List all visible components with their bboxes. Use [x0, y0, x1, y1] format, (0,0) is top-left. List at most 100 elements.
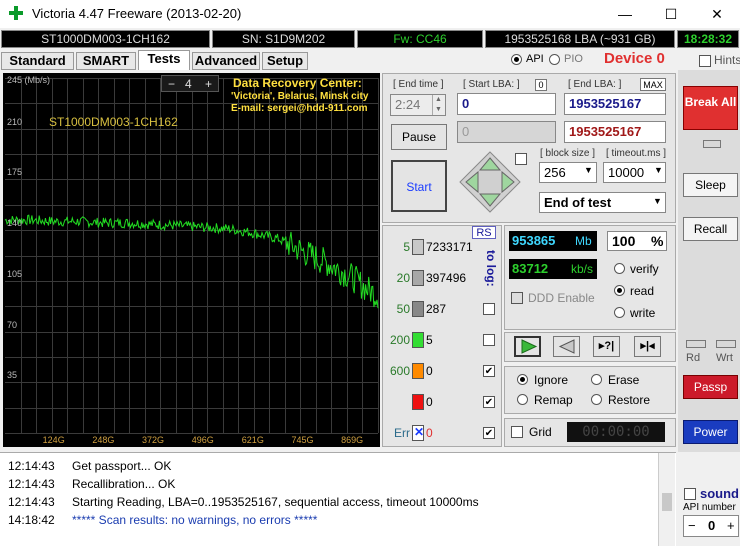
tab-advanced[interactable]: Advanced — [192, 52, 260, 70]
api-label: API — [526, 53, 544, 65]
stat-count: 7233171 — [426, 240, 473, 254]
drive-serial: SN: S1D9M202 — [212, 30, 355, 48]
stat-count: 397496 — [426, 271, 467, 285]
log-message: ***** Scan results: no warnings, no erro… — [72, 513, 318, 527]
stat-color-swatch — [412, 239, 424, 255]
read-radio[interactable] — [614, 285, 625, 296]
y-tick-label: 140 — [7, 218, 23, 229]
speed-series-line — [4, 214, 379, 309]
stat-count: 0 — [426, 364, 433, 378]
to-log-checkbox[interactable]: ✔ — [483, 365, 495, 377]
resolution-spinner[interactable]: − 4 + — [161, 75, 219, 92]
write-radio[interactable] — [614, 307, 625, 318]
pio-label: PIO — [564, 53, 583, 65]
restore-label: Restore — [608, 393, 651, 407]
api-minus-icon[interactable]: − — [688, 516, 696, 536]
pause-button[interactable]: Pause — [391, 124, 447, 150]
restore-radio[interactable] — [591, 394, 602, 405]
end-lba-input[interactable]: 1953525167 — [564, 93, 666, 115]
log-message: Get passport... OK — [72, 459, 172, 473]
rewind-icon[interactable] — [553, 336, 580, 357]
stat-range-label: Err — [394, 426, 410, 440]
log-time: 12:14:43 — [8, 459, 55, 473]
log-message: Starting Reading, LBA=0..1953525167, seq… — [72, 495, 479, 509]
y-tick-label: 210 — [7, 116, 23, 127]
device-label: Device 0 — [604, 50, 665, 67]
clock: 18:28:32 — [677, 30, 739, 48]
x-tick-label: 248G — [92, 435, 115, 445]
stat-range-label: 50 — [396, 302, 410, 316]
title-bar: Victoria 4.47 Freeware (2013-02-20) — ☐ … — [0, 0, 740, 28]
erase-radio[interactable] — [591, 374, 602, 385]
app-icon — [9, 6, 23, 20]
hints-checkbox[interactable] — [699, 55, 711, 67]
break-all-button[interactable]: Break All — [683, 86, 738, 130]
spinner-minus[interactable]: − — [168, 77, 175, 91]
end-time-label: [ End time ] — [393, 79, 444, 90]
recall-button[interactable]: Recall — [683, 217, 738, 241]
current-lba-field: 0 — [457, 121, 556, 143]
to-log-checkbox[interactable] — [483, 303, 495, 315]
maximize-button[interactable]: ☐ — [648, 0, 694, 28]
step-end-icon[interactable]: ▸|◂ — [634, 336, 661, 357]
log-scroll-thumb[interactable] — [662, 493, 672, 511]
start-button[interactable]: Start — [391, 160, 447, 212]
speed-graph: 245 (Mb/s) 210 175 140 105 70 35 124G 248G 372G… — [3, 73, 380, 447]
end-time-spin-icon[interactable]: ▲ ▼ — [432, 95, 444, 115]
grid-checkbox[interactable] — [511, 426, 523, 438]
remap-radio[interactable] — [517, 394, 528, 405]
stat-count: 287 — [426, 302, 447, 316]
drive-lba-size: 1953525168 LBA (~931 GB) — [485, 30, 675, 48]
read-label: read — [630, 284, 655, 298]
start-lba-zero-button[interactable]: 0 — [535, 79, 547, 91]
log-message: Recallibration... OK — [72, 477, 176, 491]
tab-standard[interactable]: Standard — [1, 52, 74, 70]
ignore-radio[interactable] — [517, 374, 528, 385]
tab-smart[interactable]: SMART — [76, 52, 136, 70]
to-log-checkbox[interactable]: ✔ — [483, 396, 495, 408]
tab-setup[interactable]: Setup — [262, 52, 308, 70]
event-log[interactable]: 12:14:43 Get passport... OK 12:14:43 Recall… — [0, 452, 676, 546]
spinner-plus[interactable]: + — [205, 77, 212, 91]
navigation-pad-icon[interactable] — [458, 150, 522, 214]
play-icon[interactable] — [514, 336, 541, 357]
api-plus-icon[interactable]: + — [727, 516, 735, 536]
verify-radio[interactable] — [614, 263, 625, 274]
power-button[interactable]: Power — [683, 420, 738, 444]
sleep-button[interactable]: Sleep — [683, 173, 738, 197]
stat-count: 5 — [426, 333, 433, 347]
minimize-button[interactable]: — — [602, 0, 648, 28]
erase-label: Erase — [608, 373, 640, 387]
end-of-test-select[interactable]: End of test — [539, 192, 666, 213]
api-radio[interactable] — [511, 54, 522, 65]
to-log-checkbox[interactable] — [483, 334, 495, 346]
grid-label: Grid — [529, 425, 552, 439]
sound-label: sound — [700, 486, 739, 501]
x-tick-label: 124G — [42, 435, 65, 445]
end-lba-label: [ End LBA: ] — [568, 79, 622, 90]
close-button[interactable]: ✕ — [694, 0, 740, 28]
skip-unknown-icon[interactable]: ▸?| — [593, 336, 620, 357]
tab-tests[interactable]: Tests — [138, 50, 190, 70]
start-lba-input[interactable]: 0 — [457, 93, 556, 115]
rs-button[interactable]: RS — [472, 226, 496, 239]
percent-display: 100% — [607, 231, 667, 251]
drive-model: ST1000DM003-1CH162 — [1, 30, 210, 48]
to-log-checkbox[interactable]: ✔ — [483, 427, 495, 439]
api-number-spinner[interactable]: − 0 + — [683, 515, 739, 537]
stat-range-label: 5 — [403, 240, 410, 254]
x-tick-label: 372G — [142, 435, 165, 445]
max-lba-button[interactable]: MAX — [640, 78, 666, 91]
api-number-value: 0 — [708, 518, 716, 533]
sound-checkbox[interactable] — [684, 488, 696, 500]
block-size-chevron-icon: ▼ — [584, 165, 593, 175]
pio-radio[interactable] — [549, 54, 560, 65]
spinner-value: 4 — [185, 77, 192, 91]
nav-checkbox[interactable] — [515, 153, 527, 165]
write-label: write — [630, 306, 656, 320]
passp-button[interactable]: Passp — [683, 375, 738, 399]
percent-unit: % — [651, 233, 664, 249]
graph-model-label: ST1000DM003-1CH162 — [49, 115, 178, 129]
ddd-enable-checkbox[interactable] — [511, 292, 523, 304]
log-scrollbar[interactable] — [658, 453, 675, 546]
